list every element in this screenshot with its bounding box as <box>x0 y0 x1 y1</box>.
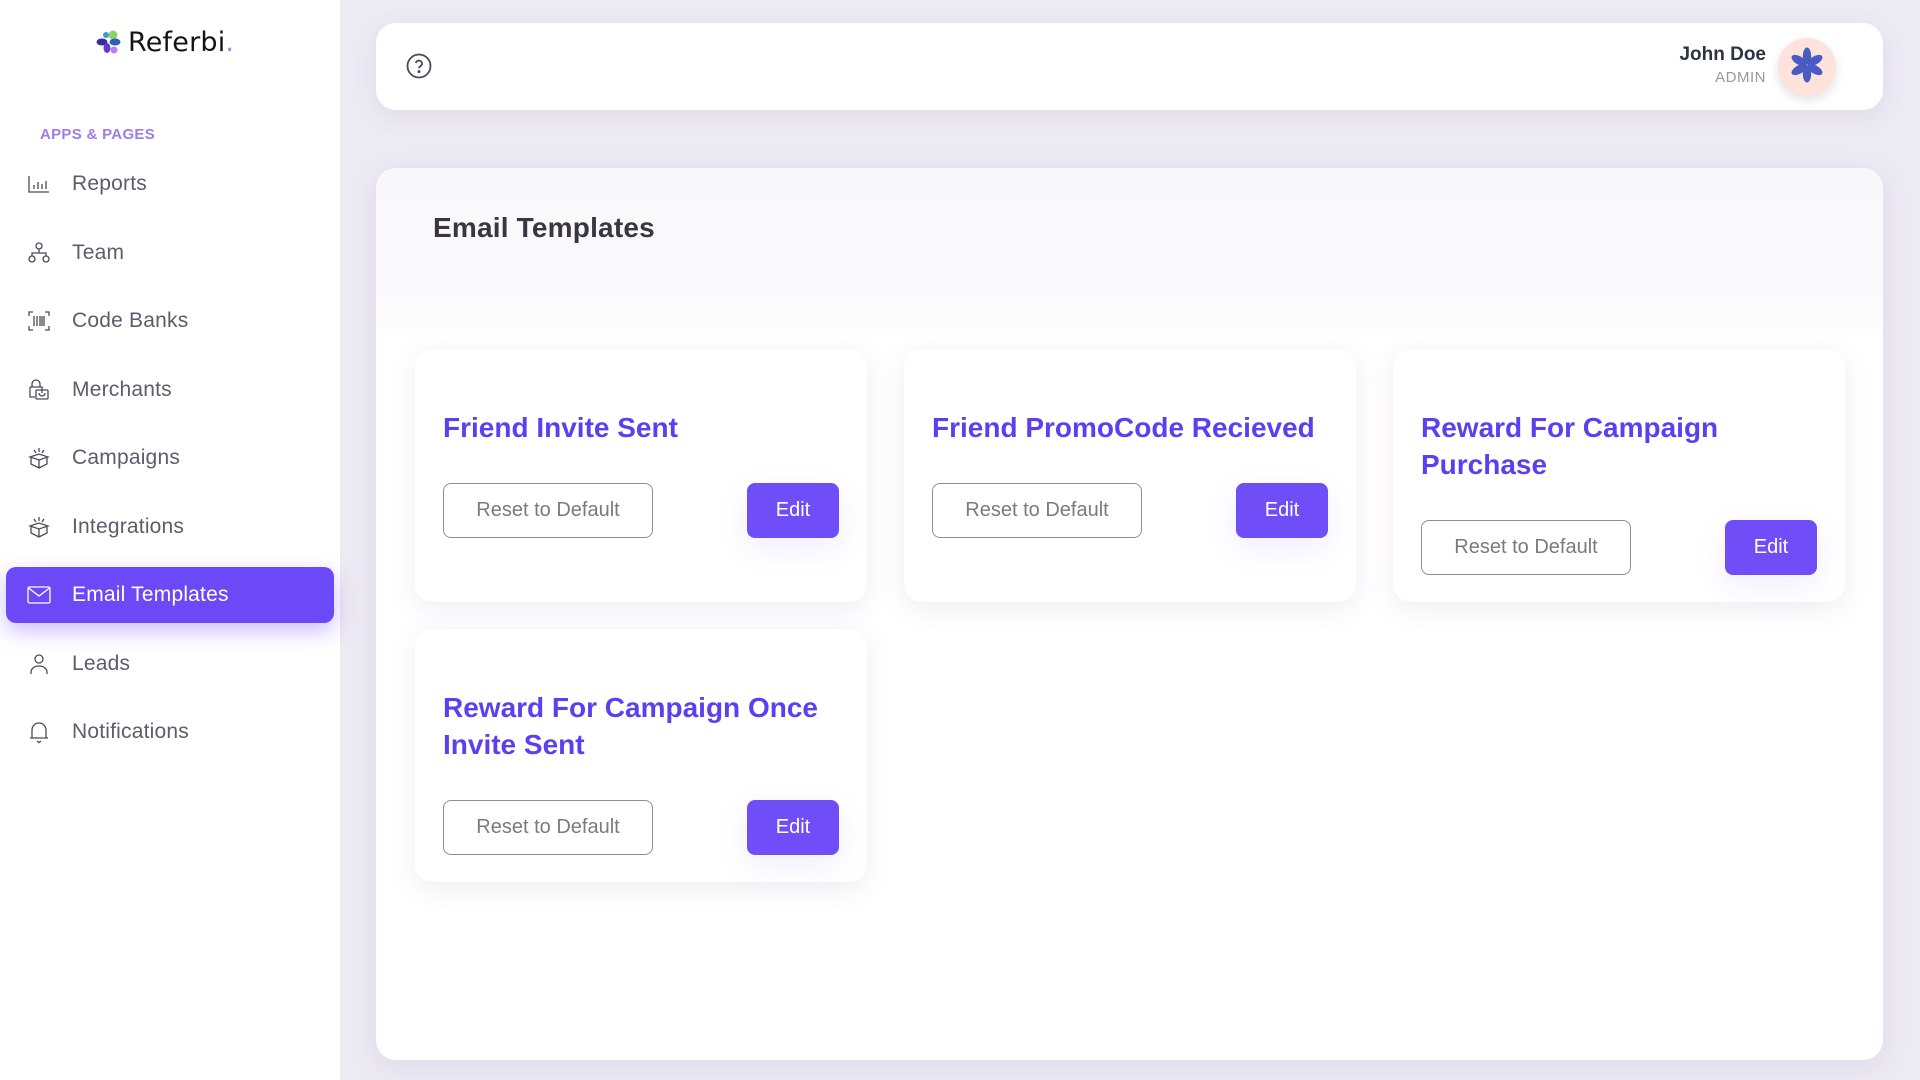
template-card: Friend PromoCode Recieved Reset to Defau… <box>904 349 1356 602</box>
logo-mark-icon <box>96 29 122 55</box>
bar-chart-icon <box>27 172 51 196</box>
template-title: Reward For Campaign Purchase <box>1421 412 1719 480</box>
sidebar-item-label: Team <box>72 240 125 264</box>
edit-button[interactable]: Edit <box>747 483 839 538</box>
user-icon <box>27 652 51 676</box>
flower-asterisk-icon <box>1789 47 1825 88</box>
bell-icon <box>27 720 51 744</box>
sidebar-item-label: Merchants <box>72 377 172 401</box>
sidebar-item-leads[interactable]: Leads <box>6 636 334 692</box>
sidebar-item-reports[interactable]: Reports <box>6 156 334 212</box>
template-card: Friend Invite Sent Reset to Default Edit <box>415 349 867 602</box>
reset-to-default-button[interactable]: Reset to Default <box>443 800 653 855</box>
edit-button[interactable]: Edit <box>1236 483 1328 538</box>
template-title: Friend PromoCode Recieved <box>932 412 1315 443</box>
reset-to-default-button[interactable]: Reset to Default <box>1421 520 1631 575</box>
sidebar-item-label: Code Banks <box>72 309 189 332</box>
gift-box-icon <box>27 446 51 470</box>
mail-icon <box>27 583 51 607</box>
reset-to-default-button[interactable]: Reset to Default <box>932 483 1142 538</box>
brand-logo[interactable]: Referbi . <box>96 24 234 60</box>
template-card: Reward For Campaign Once Invite Sent Res… <box>415 629 867 882</box>
template-title: Friend Invite Sent <box>443 412 678 443</box>
brand-dot: . <box>225 26 235 58</box>
org-chart-icon <box>27 241 51 265</box>
user-info[interactable]: John Doe ADMIN <box>1679 44 1766 86</box>
main-content-card: Email Templates Friend Invite Sent Reset… <box>376 168 1883 1060</box>
sidebar: Referbi . APPS & PAGES Reports Team Code… <box>0 0 340 1080</box>
sidebar-nav: Reports Team Code Banks Merchants Campai… <box>0 156 340 773</box>
sidebar-item-campaigns[interactable]: Campaigns <box>6 430 334 486</box>
gift-box-icon <box>27 515 51 539</box>
user-name: John Doe <box>1679 44 1766 65</box>
sidebar-item-label: Integrations <box>72 514 185 538</box>
edit-button[interactable]: Edit <box>1725 520 1817 575</box>
sidebar-item-label: Notifications <box>72 720 189 743</box>
template-title: Reward For Campaign Once Invite Sent <box>443 692 818 760</box>
sidebar-item-notifications[interactable]: Notifications <box>6 704 334 760</box>
section-label: APPS & PAGES <box>40 126 156 143</box>
sidebar-item-merchants[interactable]: Merchants <box>6 362 334 418</box>
edit-button[interactable]: Edit <box>747 800 839 855</box>
page-title: Email Templates <box>433 212 655 243</box>
sidebar-item-label: Campaigns <box>72 446 181 469</box>
sidebar-item-integrations[interactable]: Integrations <box>6 499 334 555</box>
reset-to-default-button[interactable]: Reset to Default <box>443 483 653 538</box>
top-header: John Doe ADMIN <box>376 23 1883 110</box>
main-card-header: Email Templates <box>376 168 1883 330</box>
user-role: ADMIN <box>1715 69 1766 86</box>
sidebar-item-team[interactable]: Team <box>6 225 334 281</box>
sidebar-item-label: Email Templates <box>72 583 229 606</box>
help-circle-icon[interactable] <box>406 53 432 79</box>
avatar[interactable] <box>1778 38 1836 96</box>
shopping-bags-icon <box>27 378 51 402</box>
brand-name: Referbi <box>128 26 226 58</box>
sidebar-item-label: Leads <box>72 651 131 675</box>
sidebar-item-label: Reports <box>72 172 147 195</box>
template-card: Reward For Campaign Purchase Reset to De… <box>1393 349 1845 602</box>
barcode-scan-icon <box>27 309 51 333</box>
sidebar-item-email-templates[interactable]: Email Templates <box>6 567 334 623</box>
sidebar-item-code-banks[interactable]: Code Banks <box>6 293 334 349</box>
